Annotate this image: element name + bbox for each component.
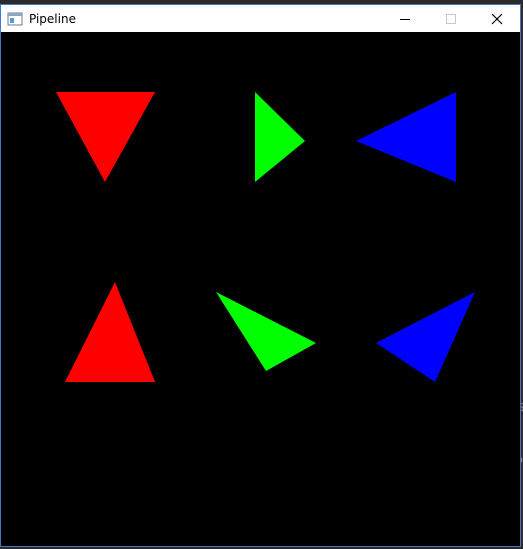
triangle-green-bottom	[216, 292, 316, 371]
minimize-icon	[400, 18, 410, 20]
pipeline-window: Pipeline	[0, 4, 521, 547]
close-icon	[491, 13, 503, 24]
triangle-blue-bottom	[376, 292, 475, 382]
render-canvas[interactable]	[1, 32, 520, 546]
close-button[interactable]	[474, 5, 520, 32]
window-title: Pipeline	[29, 11, 76, 26]
triangle-green-top	[255, 92, 305, 182]
triangle-red-bottom	[65, 282, 155, 382]
triangle-red-top	[56, 92, 155, 182]
triangle-blue-top	[356, 92, 456, 182]
maximize-icon	[446, 13, 456, 24]
maximize-button[interactable]	[428, 5, 474, 32]
application-window-icon	[7, 12, 23, 25]
minimize-button[interactable]	[382, 5, 428, 32]
title-bar[interactable]: Pipeline	[1, 5, 520, 32]
